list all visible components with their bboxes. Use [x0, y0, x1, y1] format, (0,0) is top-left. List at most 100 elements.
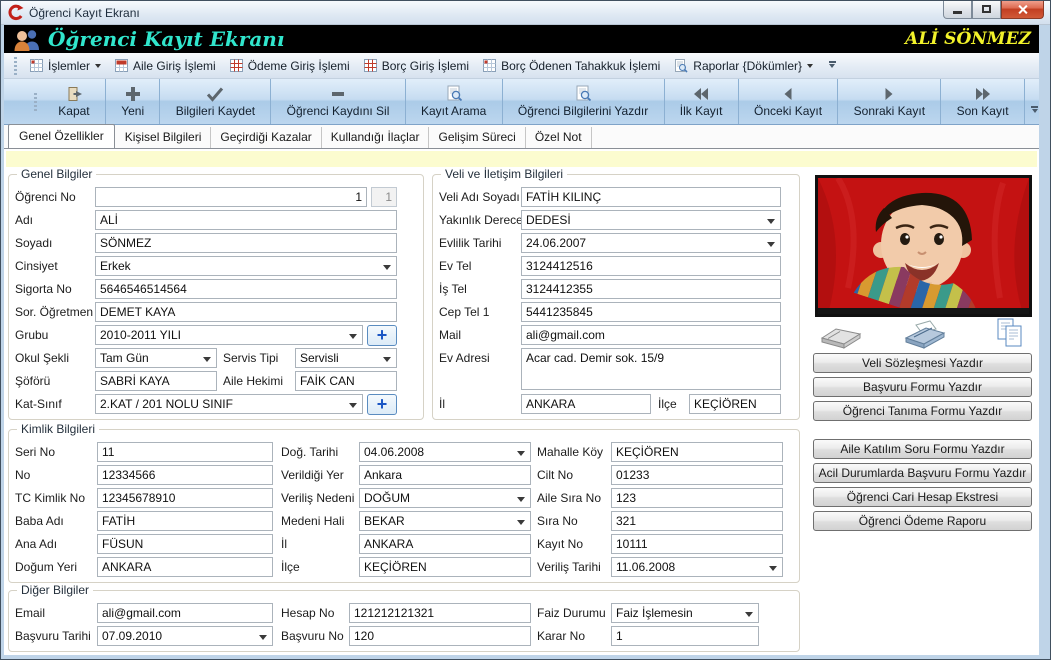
toolbar-grip[interactable] [34, 93, 37, 111]
aile-katilim-soru-formu-yazdir-button[interactable]: Aile Katılım Soru Formu Yazdır [813, 439, 1032, 459]
kayit-no-input[interactable] [611, 534, 783, 554]
menu-raporlar[interactable]: Raporlar {Dökümler} [667, 56, 820, 76]
kat-sinif-select[interactable]: 2.KAT / 201 NOLU SINIF [95, 394, 363, 414]
add-grubu-button[interactable] [367, 325, 397, 346]
sor-ogretmen-input[interactable] [95, 302, 397, 322]
ilk-kayit-button[interactable]: İlk Kayıt [665, 79, 739, 124]
sira-no-input[interactable] [611, 511, 783, 531]
tc-kimlik-no-input[interactable] [97, 488, 273, 508]
ev-tel-input[interactable] [521, 256, 781, 276]
cilt-no-input[interactable] [611, 465, 783, 485]
menu-aile-giris[interactable]: Aile Giriş İşlemi [108, 56, 223, 76]
grid-icon [115, 59, 128, 72]
menu-odeme-giris[interactable]: Ödeme Giriş İşlemi [223, 56, 357, 76]
menu-borc-giris[interactable]: Borç Giriş İşlemi [357, 56, 476, 76]
group-title: Genel Bilgiler [17, 167, 96, 181]
ogrenci-no-input[interactable] [95, 187, 367, 207]
sigorta-no-label: Sigorta No [15, 282, 72, 296]
ogrenci-tanima-formu-yazdir-button[interactable]: Öğrenci Tanıma Formu Yazdır [813, 401, 1032, 421]
servis-tipi-select[interactable]: Servisli [295, 348, 397, 368]
tab-kullandigi-ilaclar[interactable]: Kullandığı İlaçlar [322, 127, 430, 148]
is-tel-input[interactable] [521, 279, 781, 299]
tc-kimlik-no-label: TC Kimlik No [15, 491, 85, 505]
close-button[interactable] [1001, 0, 1044, 19]
mail-input[interactable] [521, 325, 781, 345]
tab-genel-ozellikler[interactable]: Genel Özellikler [8, 124, 115, 148]
dropdown-caret-icon [95, 64, 101, 71]
ogrenci-kaydini-sil-button[interactable]: Öğrenci Kaydını Sil [271, 79, 405, 124]
yakinlik-value: DEDESİ [526, 213, 571, 227]
tab-gecirdigi-kazalar[interactable]: Geçirdiği Kazalar [211, 127, 321, 148]
basvuru-tarihi-select[interactable]: 07.09.2010 [97, 626, 273, 646]
grubu-select[interactable]: 2010-2011 YILI [95, 325, 363, 345]
menubar-grip[interactable] [14, 57, 17, 75]
tab-gelisim-sureci[interactable]: Gelişim Süreci [429, 127, 525, 148]
tab-ozel-not[interactable]: Özel Not [526, 127, 592, 148]
basvuru-formu-yazdir-button[interactable]: Başvuru Formu Yazdır [813, 377, 1032, 397]
toolbar-overflow-button[interactable] [1025, 79, 1039, 124]
dropdown-caret-icon [807, 64, 813, 71]
copy-documents-icon[interactable] [994, 317, 1026, 349]
basvuru-no-input[interactable] [349, 626, 531, 646]
kayit-arama-button[interactable]: Kayıt Arama [406, 79, 503, 124]
maximize-button[interactable] [972, 0, 1001, 19]
hesap-no-input[interactable] [349, 603, 531, 623]
son-kayit-button[interactable]: Son Kayıt [941, 79, 1025, 124]
minimize-button[interactable] [943, 0, 972, 19]
soyadi-input[interactable] [95, 233, 397, 253]
kapat-button[interactable]: Kapat [43, 79, 106, 124]
kat-sinif-value: 2.KAT / 201 NOLU SINIF [100, 397, 233, 411]
cep-tel-input[interactable] [521, 302, 781, 322]
grid-icon [230, 59, 243, 72]
aile-sira-no-input[interactable] [611, 488, 783, 508]
veli-sozlesmesi-yazdir-button[interactable]: Veli Sözleşmesi Yazdır [813, 353, 1032, 373]
bilgileri-kaydet-button[interactable]: Bilgileri Kaydet [160, 79, 271, 124]
scan-printer-icon[interactable] [902, 319, 948, 349]
ilce-input[interactable] [689, 394, 781, 414]
seri-no-input[interactable] [97, 442, 273, 462]
sonraki-kayit-button[interactable]: Sonraki Kayıt [838, 79, 941, 124]
toolbar-button-label: Kayıt Arama [421, 104, 486, 118]
aile-hekimi-input[interactable] [295, 371, 397, 391]
dogum-yeri-input[interactable] [97, 557, 273, 577]
ogrenci-odeme-raporu-button[interactable]: Öğrenci Ödeme Raporu [813, 511, 1032, 531]
ogrenci-bilgilerini-yazdir-button[interactable]: Öğrenci Bilgilerini Yazdır [503, 79, 665, 124]
email-input[interactable] [97, 603, 273, 623]
acil-durumlarda-basvuru-formu-yazdir-button[interactable]: Acil Durumlarda Başvuru Formu Yazdır [813, 463, 1032, 483]
sigorta-no-input[interactable] [95, 279, 397, 299]
verilis-tarihi-select[interactable]: 11.06.2008 [611, 557, 783, 577]
onceki-kayit-button[interactable]: Önceki Kayıt [739, 79, 839, 124]
yakinlik-label: Yakınlık Derecesi [439, 213, 531, 227]
evlilik-tarihi-select[interactable]: 24.06.2007 [521, 233, 781, 253]
seri-no-label: Seri No [15, 445, 55, 459]
yakinlik-select[interactable]: DEDESİ [521, 210, 781, 230]
adi-input[interactable] [95, 210, 397, 230]
medeni-hali-select[interactable]: BEKAR [359, 511, 531, 531]
tab-kisisel-bilgileri[interactable]: Kişisel Bilgileri [116, 127, 212, 148]
karar-no-input[interactable] [611, 626, 759, 646]
yeni-button[interactable]: Yeni [106, 79, 161, 124]
cinsiyet-select[interactable]: Erkek [95, 256, 397, 276]
verilis-nedeni-label: Veriliş Nedeni [281, 491, 354, 505]
okul-sekli-select[interactable]: Tam Gün [95, 348, 217, 368]
verildigi-yer-input[interactable] [359, 465, 531, 485]
ana-adi-input[interactable] [97, 534, 273, 554]
menu-islemler[interactable]: İşlemler [23, 56, 108, 76]
scanner-icon[interactable] [820, 323, 862, 349]
baba-adi-input[interactable] [97, 511, 273, 531]
mahalle-koy-input[interactable] [611, 442, 783, 462]
ev-adresi-textarea[interactable]: Acar cad. Demir sok. 15/9 [521, 348, 781, 390]
add-kat-sinif-button[interactable] [367, 394, 397, 415]
menubar-overflow-button[interactable] [826, 57, 838, 75]
dog-tarihi-select[interactable]: 04.06.2008 [359, 442, 531, 462]
faiz-durumu-select[interactable]: Faiz İşlemesin [611, 603, 759, 623]
verilis-nedeni-select[interactable]: DOĞUM [359, 488, 531, 508]
soforu-input[interactable] [95, 371, 217, 391]
il-input[interactable] [521, 394, 651, 414]
kimlik-il-input[interactable] [359, 534, 531, 554]
kimlik-ilce-input[interactable] [359, 557, 531, 577]
menu-borc-odenen-tahakkuk[interactable]: Borç Ödenen Tahakkuk İşlemi [476, 56, 667, 76]
veli-adi-input[interactable] [521, 187, 781, 207]
no-input[interactable] [97, 465, 273, 485]
ogrenci-cari-hesap-ekstresi-button[interactable]: Öğrenci Cari Hesap Ekstresi [813, 487, 1032, 507]
